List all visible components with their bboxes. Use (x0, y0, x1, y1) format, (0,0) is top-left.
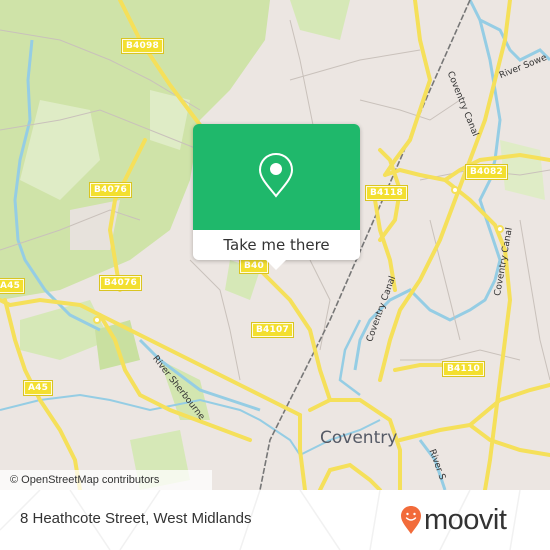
location-popup: Take me there (193, 124, 360, 270)
moovit-pin-smile-icon (401, 506, 421, 534)
road-shield-b4076: B4076 (89, 182, 132, 198)
road-shield-b4107: B4107 (251, 322, 294, 338)
popup-header (193, 124, 360, 230)
moovit-logo[interactable]: moovit (400, 502, 507, 538)
moovit-wordmark: moovit (424, 503, 507, 536)
road-shield-a45: A45 (0, 278, 26, 294)
road-shield-b4110: B4110 (442, 361, 485, 377)
map[interactable]: B4098 B4076 B4076 A45 A45 B4118 B4082 B4… (0, 0, 550, 490)
take-me-there-button[interactable]: Take me there (193, 230, 360, 260)
road-shield-b4098: B4098 (121, 38, 164, 54)
city-label: Coventry (320, 428, 398, 448)
road-shield-b40: B40 (239, 258, 269, 274)
road-shield-a45: A45 (22, 380, 54, 396)
road-shield-b4082: B4082 (465, 164, 508, 180)
popup-pointer (266, 260, 286, 270)
road-shield-b4076: B4076 (99, 275, 142, 291)
map-attribution[interactable]: © OpenStreetMap contributors (0, 470, 212, 490)
address-label: 8 Heathcote Street, West Midlands (20, 510, 252, 527)
footer: 8 Heathcote Street, West Midlands moovit (0, 490, 550, 550)
road-shield-b4118: B4118 (365, 185, 408, 201)
map-pin-icon (258, 152, 294, 198)
